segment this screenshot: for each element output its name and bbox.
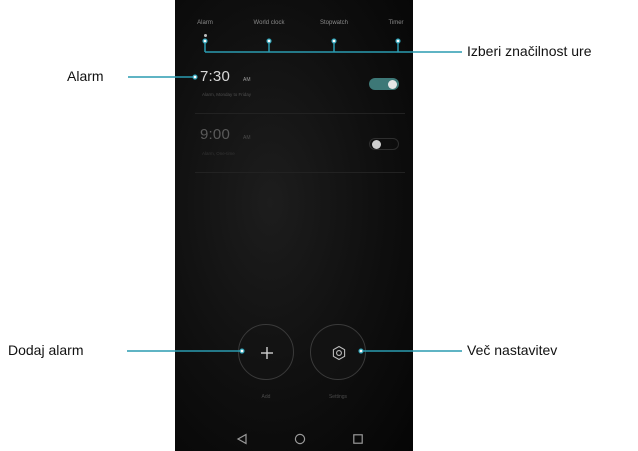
back-icon[interactable] — [236, 433, 248, 445]
plus-icon — [261, 347, 273, 359]
alarm-repeat: Alarm, One-time — [202, 151, 235, 156]
alarm-time: 7:30 — [200, 68, 230, 85]
divider — [195, 113, 405, 114]
callout-settings-label: Več nastavitev — [467, 342, 558, 358]
home-icon[interactable] — [294, 433, 306, 445]
alarm-toggle[interactable] — [369, 138, 399, 150]
clock-tab-bar: Alarm World clock Stopwatch Timer — [175, 20, 413, 37]
toggle-knob — [388, 79, 397, 89]
system-nav-bar — [175, 427, 413, 451]
active-tab-indicator — [204, 34, 207, 37]
gear-icon — [332, 345, 346, 361]
add-button-label: Add — [261, 394, 271, 400]
tab-world-clock[interactable]: World clock — [254, 20, 285, 26]
tab-timer[interactable]: Timer — [388, 20, 403, 26]
callout-add-label: Dodaj alarm — [8, 342, 84, 358]
annotated-screenshot: Alarm World clock Stopwatch Timer 7:30 A… — [0, 0, 638, 451]
add-alarm-button[interactable] — [238, 324, 294, 380]
divider — [195, 172, 405, 173]
alarm-ampm: AM — [243, 135, 251, 141]
phone-screen: Alarm World clock Stopwatch Timer 7:30 A… — [175, 0, 413, 451]
alarm-time: 9:00 — [200, 126, 230, 143]
callout-alarm-label: Alarm — [67, 68, 104, 84]
alarm-toggle[interactable] — [369, 78, 399, 90]
tab-stopwatch[interactable]: Stopwatch — [320, 20, 348, 26]
tab-alarm[interactable]: Alarm — [197, 20, 213, 26]
toggle-knob — [372, 140, 381, 149]
settings-button-label: Settings — [328, 394, 348, 400]
recents-icon[interactable] — [352, 433, 364, 445]
settings-button[interactable] — [310, 324, 366, 380]
alarm-repeat: Alarm, Monday to Friday — [202, 92, 252, 97]
alarm-ampm: AM — [243, 77, 251, 83]
callout-tabs-label: Izberi značilnost ure — [467, 43, 592, 59]
